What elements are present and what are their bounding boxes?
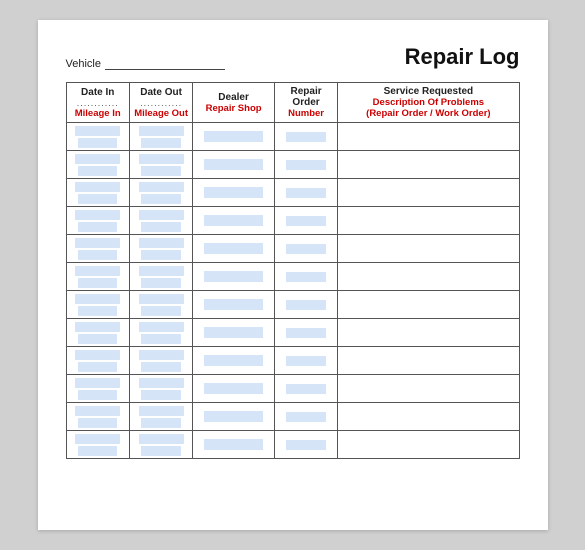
cell-service	[338, 235, 519, 263]
col-header-dealer-top: Dealer	[195, 92, 272, 103]
cell-repair-order	[274, 319, 337, 347]
cell-dealer	[193, 235, 275, 263]
vehicle-line	[105, 58, 225, 70]
cell-service	[338, 291, 519, 319]
header: Vehicle Repair Log	[66, 44, 520, 70]
cell-dealer	[193, 207, 275, 235]
cell-date-out	[129, 291, 192, 319]
cell-dealer	[193, 375, 275, 403]
table-row	[66, 291, 519, 319]
col-header-number: Number	[277, 108, 335, 119]
cell-service	[338, 207, 519, 235]
cell-dealer	[193, 347, 275, 375]
table-row	[66, 207, 519, 235]
cell-dealer	[193, 431, 275, 459]
cell-repair-order	[274, 235, 337, 263]
cell-date-in	[66, 263, 129, 291]
table-header-row: Date In ............ Mileage In Date Out…	[66, 83, 519, 123]
cell-date-out	[129, 431, 192, 459]
cell-date-in	[66, 235, 129, 263]
col-header-repair-shop: Repair Shop	[195, 103, 272, 114]
table-row	[66, 319, 519, 347]
cell-dealer	[193, 319, 275, 347]
cell-date-in	[66, 431, 129, 459]
cell-dealer	[193, 123, 275, 151]
cell-date-out	[129, 319, 192, 347]
cell-service	[338, 431, 519, 459]
col-header-date-in-top: Date In	[69, 87, 127, 98]
cell-date-out	[129, 347, 192, 375]
col-header-date-out: Date Out ............ Mileage Out	[129, 83, 192, 123]
cell-date-in	[66, 403, 129, 431]
cell-service	[338, 179, 519, 207]
cell-repair-order	[274, 431, 337, 459]
vehicle-field: Vehicle	[66, 58, 225, 70]
cell-date-in	[66, 319, 129, 347]
cell-dealer	[193, 403, 275, 431]
table-row	[66, 151, 519, 179]
cell-service	[338, 123, 519, 151]
col-header-date-in-dots: ............	[69, 98, 127, 108]
cell-repair-order	[274, 179, 337, 207]
col-header-repair-order: Repair Order Number	[274, 83, 337, 123]
col-header-order-label: Order	[277, 97, 335, 108]
cell-date-out	[129, 151, 192, 179]
cell-dealer	[193, 291, 275, 319]
cell-service	[338, 151, 519, 179]
page-title: Repair Log	[405, 44, 520, 70]
col-header-service: Service Requested Description Of Problem…	[338, 83, 519, 123]
col-header-date-in: Date In ............ Mileage In	[66, 83, 129, 123]
cell-service	[338, 347, 519, 375]
cell-date-in	[66, 207, 129, 235]
cell-date-in	[66, 291, 129, 319]
table-row	[66, 347, 519, 375]
cell-date-out	[129, 403, 192, 431]
col-header-dealer: Dealer Repair Shop	[193, 83, 275, 123]
repair-log-table: Date In ............ Mileage In Date Out…	[66, 82, 520, 459]
cell-repair-order	[274, 403, 337, 431]
cell-repair-order	[274, 207, 337, 235]
cell-service	[338, 403, 519, 431]
cell-dealer	[193, 179, 275, 207]
page: Vehicle Repair Log Date In ............ …	[38, 20, 548, 530]
cell-date-in	[66, 151, 129, 179]
col-header-mileage-out: Mileage Out	[132, 108, 190, 119]
cell-service	[338, 375, 519, 403]
col-header-service-top: Service Requested	[340, 86, 516, 97]
vehicle-label: Vehicle	[66, 58, 101, 70]
cell-service	[338, 319, 519, 347]
table-row	[66, 263, 519, 291]
cell-repair-order	[274, 375, 337, 403]
cell-date-out	[129, 235, 192, 263]
col-header-mileage-in: Mileage In	[69, 108, 127, 119]
cell-date-out	[129, 179, 192, 207]
cell-date-in	[66, 375, 129, 403]
cell-date-out	[129, 375, 192, 403]
cell-service	[338, 263, 519, 291]
col-header-date-out-dots: ............	[132, 98, 190, 108]
table-row	[66, 375, 519, 403]
cell-date-in	[66, 179, 129, 207]
table-row	[66, 123, 519, 151]
cell-repair-order	[274, 151, 337, 179]
cell-repair-order	[274, 347, 337, 375]
col-header-repair-order-top: Repair	[277, 86, 335, 97]
cell-date-in	[66, 347, 129, 375]
table-row	[66, 431, 519, 459]
table-row	[66, 179, 519, 207]
cell-date-out	[129, 123, 192, 151]
table-row	[66, 235, 519, 263]
table-row	[66, 403, 519, 431]
col-header-description: Description Of Problems	[340, 97, 516, 108]
cell-repair-order	[274, 291, 337, 319]
cell-dealer	[193, 263, 275, 291]
cell-repair-order	[274, 123, 337, 151]
cell-date-out	[129, 207, 192, 235]
col-header-repair-work-order: (Repair Order / Work Order)	[340, 108, 516, 119]
col-header-date-out-top: Date Out	[132, 87, 190, 98]
cell-date-out	[129, 263, 192, 291]
cell-date-in	[66, 123, 129, 151]
cell-repair-order	[274, 263, 337, 291]
cell-dealer	[193, 151, 275, 179]
